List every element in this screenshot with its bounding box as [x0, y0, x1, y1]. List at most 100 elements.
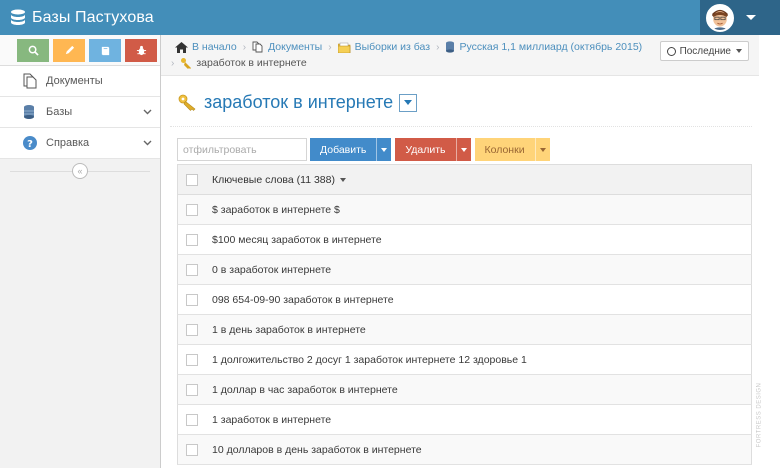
row-checkbox[interactable] [186, 413, 198, 426]
brand[interactable]: Базы Пастухова [10, 7, 154, 29]
recent-label: Последние [679, 45, 731, 57]
sidebar-item-databases[interactable]: Базы [0, 97, 160, 128]
row-checkbox[interactable] [186, 353, 198, 366]
app-title: Базы Пастухова [32, 9, 154, 26]
clock-icon [666, 46, 676, 56]
column-header-keywords[interactable]: Ключевые слова (11 388) [206, 174, 346, 186]
chevron-down-icon[interactable] [746, 15, 756, 20]
row-checkbox[interactable] [186, 293, 198, 306]
chevron-down-icon [404, 100, 413, 105]
table-row[interactable]: $100 месяц заработок в интернете [177, 225, 752, 255]
keyword-cell: 0 в заработок интернете [212, 263, 332, 276]
keywords-table: Ключевые слова (11 388) $ заработок в ин… [177, 164, 752, 465]
book-icon [101, 46, 109, 55]
columns-dropdown-button[interactable] [534, 138, 550, 161]
table-row[interactable]: 10 долларов в день заработок в интернете [177, 435, 752, 465]
chevron-right-icon: › [436, 41, 440, 53]
database-icon [446, 41, 455, 53]
sidebar-item-label: Справка [46, 137, 90, 149]
sidebar-shortcuts [0, 35, 160, 66]
sort-desc-icon [339, 177, 346, 182]
keyword-cell: $100 месяц заработок в интернете [212, 233, 382, 246]
toolbar: Добавить Удалить Колонки [177, 138, 550, 161]
row-checkbox[interactable] [186, 323, 198, 336]
table-row[interactable]: $ заработок в интернете $ [177, 195, 752, 225]
keyword-cell: 098 654-09-90 заработок в интернете [212, 293, 394, 306]
keys-icon [181, 58, 192, 69]
breadcrumb-current: заработок в интернете [180, 57, 307, 69]
add-dropdown-button[interactable] [376, 138, 392, 161]
sidebar-item-help[interactable]: ? Справка [0, 128, 160, 159]
sidebar-item-label: Базы [46, 106, 73, 118]
table-row[interactable]: 1 доллар в час заработок в интернете [177, 375, 752, 405]
search-icon [28, 45, 39, 56]
documents-icon [252, 41, 263, 53]
page-title: заработок в интернете [204, 92, 394, 112]
filter-input[interactable] [177, 138, 307, 161]
sidebar-collapse: « [0, 159, 160, 183]
folder-icon [337, 42, 350, 53]
keyword-cell: $ заработок в интернете $ [212, 203, 340, 216]
chevron-right-icon: › [171, 57, 175, 69]
columns-button[interactable]: Колонки [474, 138, 535, 161]
shortcut-book-button[interactable] [89, 38, 121, 62]
delete-button[interactable]: Удалить [395, 138, 456, 161]
table-row[interactable]: 0 в заработок интернете [177, 255, 752, 285]
watermark: FORTRESS DESIGN [756, 382, 763, 448]
bug-icon [136, 45, 146, 55]
breadcrumb: В начало › Документы › Выборки из баз › … [161, 35, 759, 76]
sidebar-item-documents[interactable]: Документы [0, 66, 160, 97]
chevron-down-icon [460, 147, 467, 152]
shortcut-search-button[interactable] [17, 38, 49, 62]
svg-text:?: ? [27, 139, 33, 150]
select-all-checkbox[interactable] [186, 173, 198, 186]
keyword-cell: 1 в день заработок в интернете [212, 323, 366, 336]
keyword-cell: 1 доллар в час заработок в интернете [212, 383, 398, 396]
recent-dropdown-button[interactable]: Последние [659, 41, 749, 61]
chevron-down-icon [381, 147, 388, 152]
table-row[interactable]: 098 654-09-90 заработок в интернете [177, 285, 752, 315]
table-header: Ключевые слова (11 388) [177, 164, 752, 195]
header-divider [170, 126, 752, 127]
help-icon: ? [22, 135, 38, 151]
row-checkbox[interactable] [186, 443, 198, 456]
collapse-sidebar-button[interactable]: « [72, 163, 88, 179]
databases-icon [22, 104, 38, 120]
sidebar-item-label: Документы [46, 75, 103, 87]
keyword-cell: 1 заработок в интернете [212, 413, 332, 426]
keyword-cell: 10 долларов в день заработок в интернете [212, 443, 422, 456]
breadcrumb-documents[interactable]: Документы [252, 41, 322, 53]
breadcrumb-selections[interactable]: Выборки из баз [337, 41, 430, 53]
chevron-right-icon: › [328, 41, 332, 53]
chevron-right-icon: › [242, 41, 247, 53]
keys-icon [178, 94, 196, 111]
user-menu[interactable] [700, 0, 780, 35]
chevron-down-icon[interactable] [143, 107, 152, 116]
delete-dropdown-button[interactable] [455, 138, 471, 161]
database-icon [11, 9, 25, 25]
shortcut-bug-button[interactable] [125, 38, 157, 62]
pencil-icon [65, 45, 74, 54]
table-row[interactable]: 1 заработок в интернете [177, 405, 752, 435]
keyword-cell: 1 долгожительство 2 досуг 1 заработок ин… [212, 353, 527, 366]
title-dropdown-button[interactable] [399, 93, 418, 112]
row-checkbox[interactable] [186, 263, 198, 276]
shortcut-edit-button[interactable] [53, 38, 85, 62]
row-checkbox[interactable] [186, 233, 198, 246]
row-checkbox[interactable] [186, 203, 198, 216]
chevron-down-icon [539, 147, 546, 152]
chevron-down-icon[interactable] [143, 138, 152, 147]
home-icon [175, 41, 188, 53]
table-row[interactable]: 1 долгожительство 2 досуг 1 заработок ин… [177, 345, 752, 375]
documents-icon [22, 73, 38, 89]
add-button[interactable]: Добавить [310, 138, 377, 161]
breadcrumb-home[interactable]: В начало [175, 41, 237, 53]
top-navbar: Базы Пастухова [0, 0, 780, 35]
sidebar: Документы Базы ? Справка « [0, 35, 161, 468]
avatar[interactable] [706, 3, 734, 32]
chevron-down-icon [736, 49, 742, 53]
page-header: заработок в интернете [178, 92, 418, 113]
row-checkbox[interactable] [186, 383, 198, 396]
breadcrumb-database[interactable]: Русская 1,1 миллиард (октябрь 2015) [445, 41, 642, 53]
table-row[interactable]: 1 в день заработок в интернете [177, 315, 752, 345]
